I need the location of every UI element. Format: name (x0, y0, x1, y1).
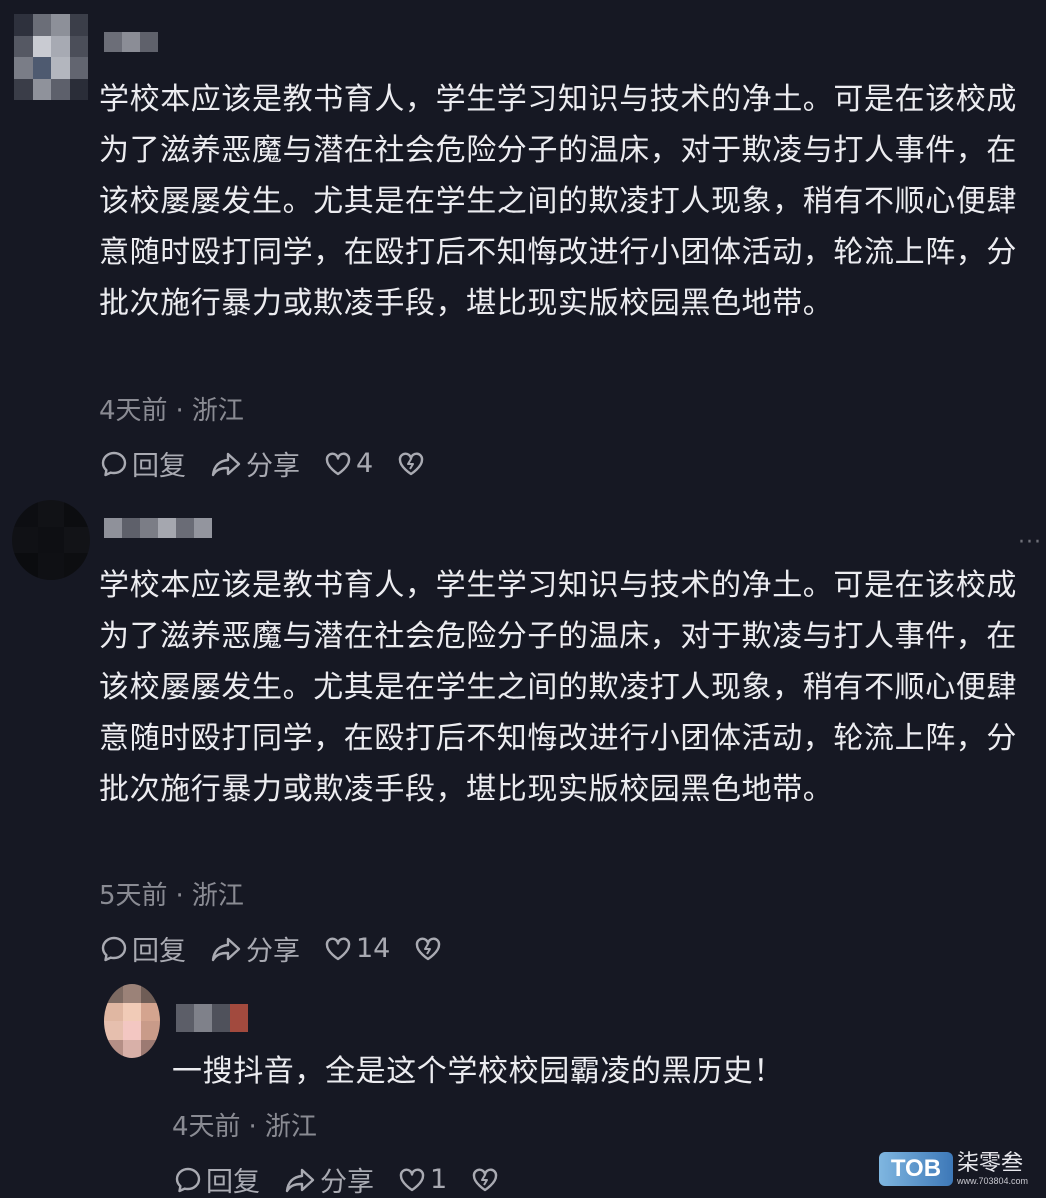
reply-comment: 一搜抖音，全是这个学校校园霸凌的黑历史！ 4天前 · 浙江 回复 分享 1 (0, 0, 1046, 1198)
watermark: TOB 柒零叁 www.703804.com (878, 1151, 1028, 1187)
like-count: 1 (430, 1164, 448, 1195)
reply-actions: 回复 分享 1 (174, 1160, 527, 1198)
reply-text: 一搜抖音，全是这个学校校园霸凌的黑历史！ (172, 1054, 784, 1089)
like-button[interactable]: 1 (398, 1164, 447, 1195)
separator: · (248, 1112, 257, 1142)
broken-heart-icon (472, 1168, 498, 1191)
reply-location: 浙江 (264, 1112, 317, 1142)
share-button[interactable]: 分享 (284, 1160, 374, 1198)
dislike-button[interactable] (471, 1166, 503, 1194)
reply-button[interactable]: 回复 (174, 1160, 260, 1198)
username[interactable] (176, 1004, 248, 1032)
reply-meta: 4天前 · 浙江 (172, 1106, 317, 1143)
watermark-logo: TOB (878, 1152, 953, 1186)
avatar[interactable] (104, 984, 160, 1058)
watermark-name: 柒零叁 (956, 1151, 1023, 1176)
reply-time: 4天前 (172, 1112, 241, 1142)
watermark-url: www.703804.com (956, 1176, 1028, 1186)
reply-label: 回复 (206, 1167, 260, 1198)
share-label: 分享 (320, 1167, 374, 1198)
comment-bubble-icon (175, 1167, 201, 1192)
watermark-text: 柒零叁 www.703804.com (956, 1151, 1028, 1187)
heart-icon (399, 1168, 425, 1191)
share-arrow-icon (285, 1168, 315, 1192)
